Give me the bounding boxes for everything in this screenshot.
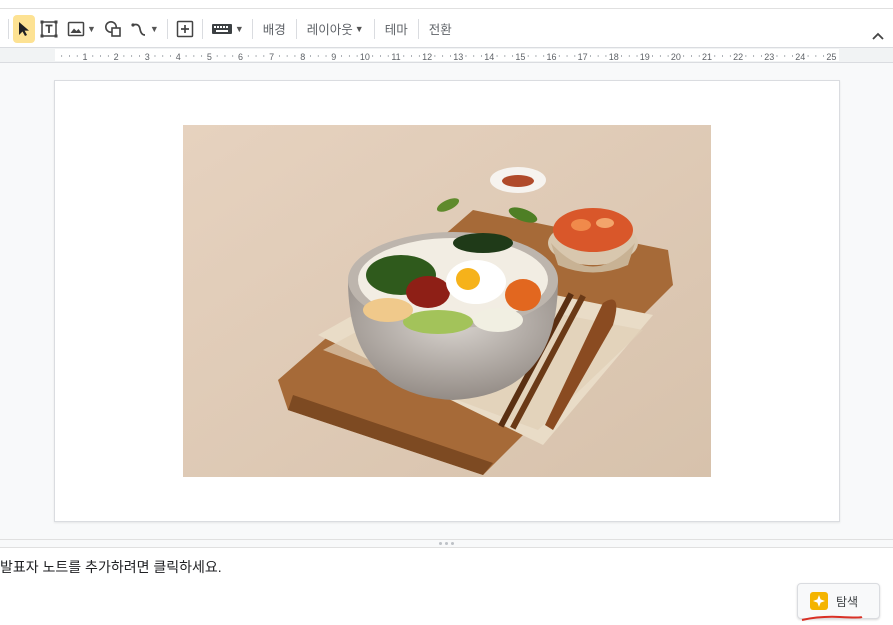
toolbar-separator xyxy=(295,18,297,39)
horizontal-ruler[interactable]: 1 2 3 4 5 6 7 8 9 10 11 12 13 14 15 16 17 18 19 20 21 22 23 24 2… xyxy=(0,48,893,63)
shape-icon xyxy=(104,20,121,37)
notes-resize-handle[interactable] xyxy=(0,539,893,548)
ruler-number: 2 xyxy=(114,52,119,62)
input-tools-button[interactable]: ▼ xyxy=(207,15,248,43)
textbox-tool-button[interactable] xyxy=(35,15,63,43)
ruler-ticks: 1 2 3 4 5 6 7 8 9 10 11 12 13 14 15 16 17 18 19 20 21 22 23 24 2… xyxy=(61,52,836,62)
chevron-down-icon: ▼ xyxy=(149,23,159,34)
cursor-icon xyxy=(19,21,29,36)
line-tool-button[interactable]: ▼ xyxy=(126,15,163,43)
ruler-number: 10 xyxy=(360,52,370,62)
ruler-number: 24 xyxy=(795,52,805,62)
ruler-number: 6 xyxy=(238,52,243,62)
chevron-down-icon: ▼ xyxy=(354,23,364,34)
toolbar-separator xyxy=(166,18,168,39)
speaker-notes-placeholder[interactable]: 발표자 노트를 추가하려면 클릭하세요. xyxy=(0,557,222,577)
slide-canvas[interactable] xyxy=(0,63,893,539)
toolbar-separator xyxy=(373,18,375,39)
bibimbap-photo[interactable] xyxy=(183,125,711,477)
line-icon xyxy=(131,22,145,36)
image-tool-button[interactable]: ▼ xyxy=(63,15,100,43)
transition-button[interactable]: 전환 xyxy=(423,15,458,43)
chevron-down-icon: ▼ xyxy=(234,23,244,34)
handle-dot xyxy=(445,542,448,545)
collapse-toolbar-button[interactable] xyxy=(871,28,885,46)
ruler-number: 25 xyxy=(826,52,836,62)
keyboard-icon xyxy=(211,23,232,34)
add-comment-icon xyxy=(176,20,194,37)
ruler-number: 23 xyxy=(764,52,774,62)
ruler-number: 21 xyxy=(702,52,712,62)
toolbar: ▼ ▼ ▼ 배경 레이아웃 ▼ 테마 전환 xyxy=(0,10,893,48)
toolbar-separator xyxy=(251,18,253,39)
textbox-icon xyxy=(40,20,58,37)
chevron-down-icon: ▼ xyxy=(87,23,96,34)
ruler-number: 7 xyxy=(269,52,274,62)
ruler-number: 20 xyxy=(671,52,681,62)
speaker-notes-panel[interactable]: 발표자 노트를 추가하려면 클릭하세요. xyxy=(0,548,893,625)
ruler-number: 9 xyxy=(331,52,336,62)
shape-tool-button[interactable] xyxy=(100,15,126,43)
toolbar-separator xyxy=(8,18,9,39)
ruler-number: 14 xyxy=(484,52,494,62)
toolbar-separator xyxy=(417,18,419,39)
ruler-number: 15 xyxy=(515,52,525,62)
chevron-up-icon xyxy=(872,32,884,40)
add-comment-button[interactable] xyxy=(172,15,198,43)
image-icon xyxy=(67,21,85,36)
ruler-number: 4 xyxy=(176,52,181,62)
ruler-number: 22 xyxy=(733,52,743,62)
ruler-number: 19 xyxy=(640,52,650,62)
theme-button[interactable]: 테마 xyxy=(379,15,414,43)
ruler-number: 12 xyxy=(422,52,432,62)
background-button[interactable]: 배경 xyxy=(257,15,292,43)
toolbar-separator xyxy=(201,18,203,39)
handle-dot xyxy=(439,542,442,545)
handle-dot xyxy=(451,542,454,545)
ruler-number: 18 xyxy=(609,52,619,62)
select-tool-button[interactable] xyxy=(13,14,35,43)
ruler-number: 17 xyxy=(578,52,588,62)
ruler-number: 3 xyxy=(145,52,150,62)
ruler-number: 1 xyxy=(82,52,87,62)
annotation-underline xyxy=(801,615,863,621)
ruler-track: 1 2 3 4 5 6 7 8 9 10 11 12 13 14 15 16 17 18 19 20 21 22 23 24 2… xyxy=(55,49,839,62)
menu-strip xyxy=(0,0,893,9)
explore-icon xyxy=(810,592,828,610)
explore-label: 탐색 xyxy=(836,594,859,609)
slide[interactable] xyxy=(54,80,840,522)
layout-label: 레이아웃 xyxy=(306,23,353,37)
ruler-number: 8 xyxy=(300,52,305,62)
ruler-number: 5 xyxy=(207,52,212,62)
ruler-number: 11 xyxy=(391,52,400,62)
layout-button[interactable]: 레이아웃 ▼ xyxy=(301,15,370,43)
ruler-number: 13 xyxy=(453,52,463,62)
ruler-number: 16 xyxy=(546,52,556,62)
